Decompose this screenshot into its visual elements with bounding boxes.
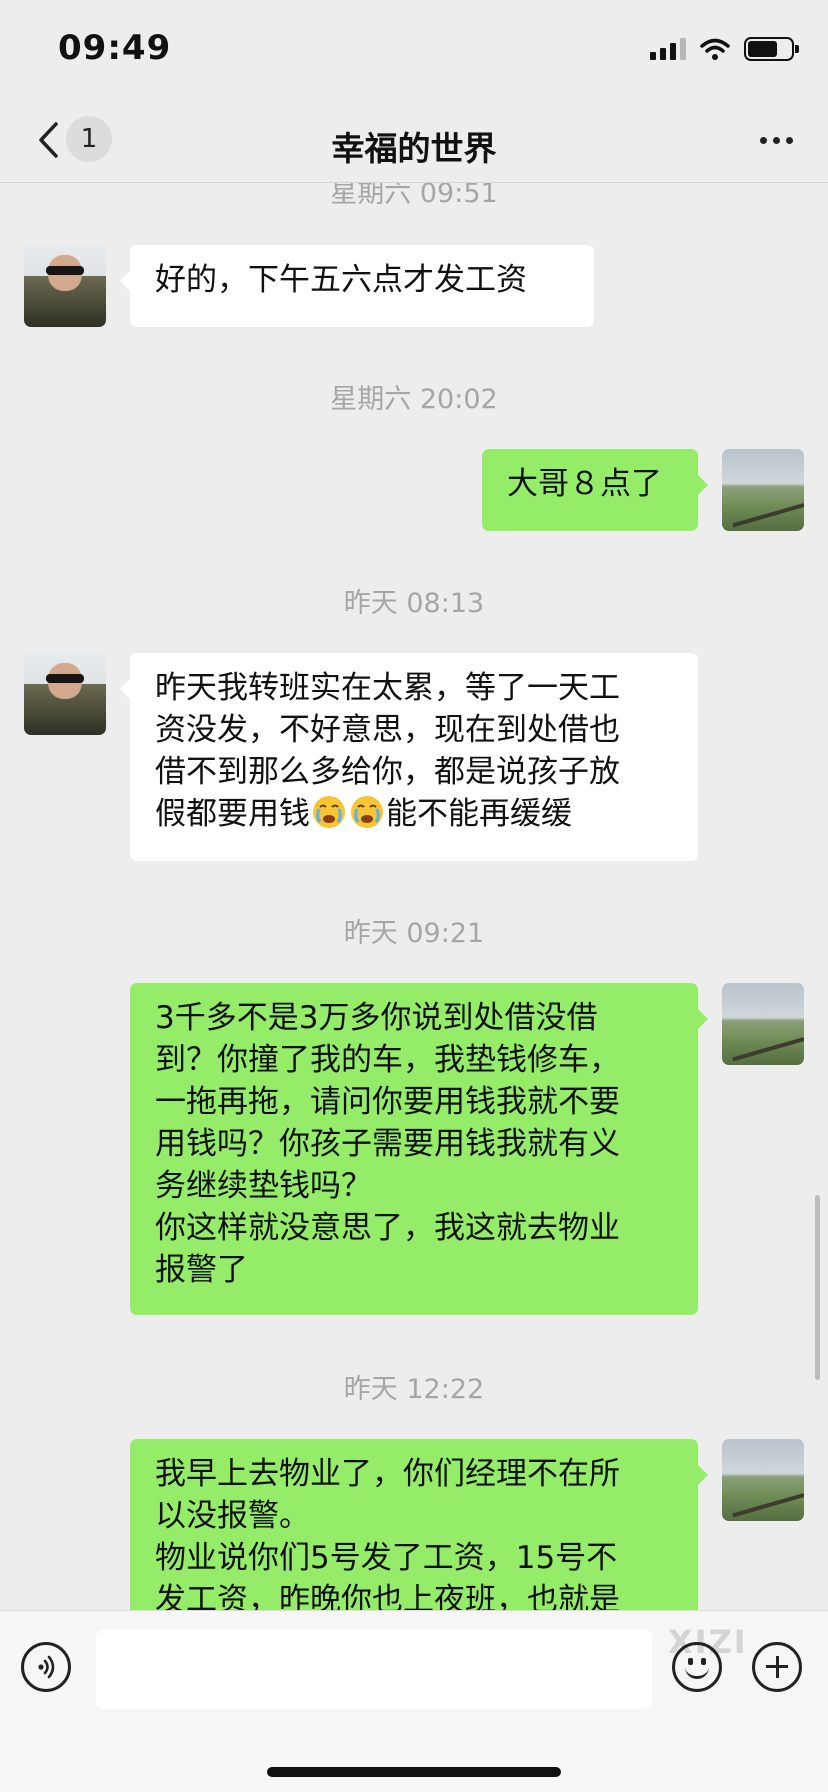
more-dot-icon	[772, 136, 780, 144]
message-text-line: 3千多不是3万多你说到处借没借	[155, 1000, 598, 1036]
message-text-line: 假都要用钱 能不能再缓缓	[155, 793, 674, 835]
message-bubble-sent[interactable]: 大哥８点了	[482, 449, 708, 531]
more-functions-plus-button[interactable]	[752, 1642, 802, 1692]
message-input[interactable]	[96, 1629, 652, 1709]
smile-icon	[685, 1664, 709, 1679]
emoji-button[interactable]	[672, 1642, 722, 1692]
message-text-line: 一拖再拖，请问你要用钱我就不要	[155, 1084, 620, 1120]
message-text: 大哥８点了	[507, 466, 662, 502]
my-avatar[interactable]	[722, 1439, 804, 1521]
wifi-icon	[700, 38, 730, 60]
message-text-line: 资没发，不好意思，现在到处借也	[155, 712, 620, 748]
message-text: 好的，下午五六点才发工资	[155, 262, 527, 298]
battery-icon	[744, 37, 799, 61]
message-text-line: 物业说你们5号发了工资，15号不	[155, 1540, 618, 1576]
input-bar: XIZI	[0, 1610, 828, 1792]
timestamp: 昨天 09:21	[343, 918, 485, 949]
chat-title: 幸福的世界	[331, 129, 497, 168]
message-text-line: 务继续垫钱吗？	[155, 1168, 372, 1204]
message-bubble-received[interactable]: 好的，下午五六点才发工资	[120, 245, 594, 327]
message-text-line: 借不到那么多给你，都是说孩子放	[155, 754, 620, 790]
more-options-button[interactable]	[754, 122, 798, 158]
timestamp: 昨天 12:22	[343, 1374, 485, 1405]
message-text-line: 我早上去物业了，你们经理不在所	[155, 1456, 620, 1492]
message-bubble-received[interactable]: 昨天我转班实在太累，等了一天工 资没发，不好意思，现在到处借也 借不到那么多给你…	[120, 653, 698, 861]
message-text-line: 昨天我转班实在太累，等了一天工	[155, 670, 620, 706]
message-bubble-sent[interactable]: 3千多不是3万多你说到处借没借 到？你撞了我的车，我垫钱修车， 一拖再拖，请问你…	[130, 983, 708, 1315]
voice-icon	[38, 1655, 55, 1679]
message-text-segment: 能不能再缓缓	[386, 796, 572, 832]
my-avatar[interactable]	[722, 449, 804, 531]
message-text-line: 以没报警。	[155, 1498, 310, 1534]
more-dot-icon	[785, 136, 793, 144]
chat-header: 1 幸福的世界	[0, 100, 828, 183]
contact-avatar[interactable]	[24, 653, 106, 735]
status-bar: 09:49	[0, 0, 828, 100]
message-text-line: 报警了	[155, 1252, 248, 1288]
timestamp: 星期六 09:51	[330, 183, 498, 209]
timestamp: 昨天 08:13	[343, 588, 485, 619]
message-list[interactable]: 星期六 09:51 好的，下午五六点才发工资 星期六 20:02 大哥８点了 昨…	[0, 183, 828, 1610]
voice-input-button[interactable]	[21, 1642, 71, 1692]
status-time: 09:49	[58, 28, 172, 68]
message-text-line: 到？你撞了我的车，我垫钱修车，	[155, 1042, 620, 1078]
my-avatar[interactable]	[722, 983, 804, 1065]
status-icons	[650, 34, 799, 64]
home-indicator[interactable]	[267, 1767, 561, 1777]
message-text-line: 发工资，昨晚你也上夜班，也就是	[155, 1582, 620, 1610]
crying-face-emoji-icon	[351, 796, 383, 828]
more-dot-icon	[759, 136, 767, 144]
contact-avatar[interactable]	[24, 245, 106, 327]
message-text-line: 用钱吗？你孩子需要用钱我就有义	[155, 1126, 620, 1162]
crying-face-emoji-icon	[313, 796, 345, 828]
message-text-line: 你这样就没意思了，我这就去物业	[155, 1210, 620, 1246]
message-text-segment: 假都要用钱	[155, 796, 310, 832]
timestamp: 星期六 20:02	[330, 384, 498, 415]
scrollbar[interactable]	[815, 1195, 820, 1380]
message-bubble-sent[interactable]: 我早上去物业了，你们经理不在所 以没报警。 物业说你们5号发了工资，15号不 发…	[130, 1439, 708, 1610]
cellular-signal-icon	[650, 38, 686, 60]
